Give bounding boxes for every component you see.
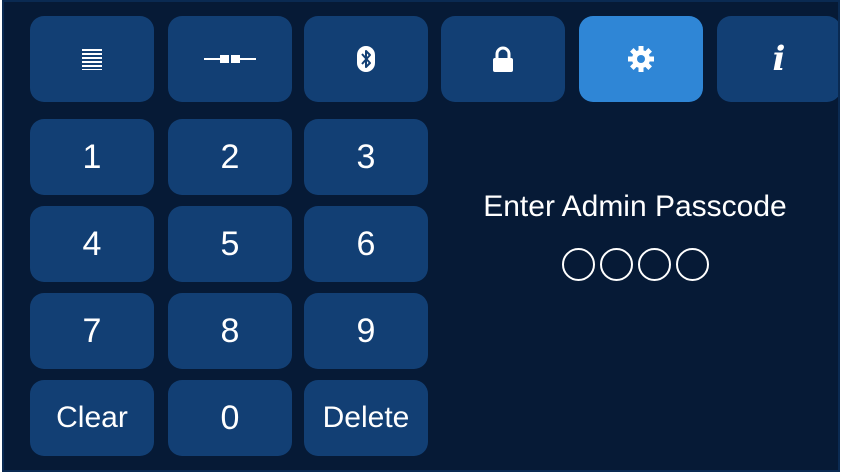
clear-button[interactable]: Clear (30, 380, 154, 456)
key-4[interactable]: 4 (30, 206, 154, 282)
tab-bluetooth[interactable] (304, 16, 428, 102)
bluetooth-icon (357, 46, 375, 72)
admin-passcode-screen: i 1 2 3 4 5 6 7 8 9 Clear 0 Delete Enter… (2, 0, 840, 472)
tab-settings[interactable] (579, 16, 703, 102)
tab-info[interactable]: i (717, 16, 838, 102)
key-8[interactable]: 8 (168, 293, 292, 369)
key-6[interactable]: 6 (304, 206, 428, 282)
key-5[interactable]: 5 (168, 206, 292, 282)
key-9[interactable]: 9 (304, 293, 428, 369)
key-2[interactable]: 2 (168, 119, 292, 195)
gear-icon (628, 46, 654, 72)
key-1[interactable]: 1 (30, 119, 154, 195)
info-icon: i (772, 39, 786, 79)
key-7[interactable]: 7 (30, 293, 154, 369)
connector-icon (204, 55, 256, 63)
passcode-prompt: Enter Admin Passcode (483, 190, 787, 223)
passcode-dot (599, 248, 633, 281)
tab-connection[interactable] (168, 16, 292, 102)
passcode-dot (561, 248, 595, 281)
passcode-dot (637, 248, 671, 281)
delete-button[interactable]: Delete (304, 380, 428, 456)
passcode-dot (675, 248, 709, 281)
key-3[interactable]: 3 (304, 119, 428, 195)
tab-lock[interactable] (441, 16, 565, 102)
key-0[interactable]: 0 (168, 380, 292, 456)
tab-list[interactable] (30, 16, 154, 102)
passcode-indicator (432, 248, 838, 281)
lock-icon (493, 46, 513, 72)
list-lines-icon (82, 49, 102, 70)
